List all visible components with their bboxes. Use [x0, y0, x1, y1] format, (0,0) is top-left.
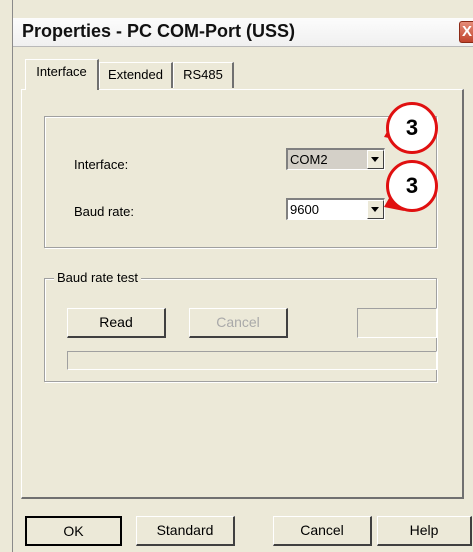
- close-button[interactable]: X: [459, 21, 473, 43]
- tab-rs485[interactable]: RS485: [173, 62, 234, 88]
- interface-value: COM2: [290, 152, 328, 167]
- help-button[interactable]: Help: [377, 516, 472, 546]
- baud-test-progress: [67, 351, 437, 370]
- cancel-button[interactable]: Cancel: [273, 516, 372, 546]
- close-icon: X: [462, 23, 473, 40]
- standard-button[interactable]: Standard: [136, 516, 235, 546]
- background-window: [0, 0, 12, 552]
- dialog-title: Properties - PC COM-Port (USS): [22, 21, 296, 41]
- tab-interface[interactable]: Interface: [25, 59, 99, 90]
- baud-result-field: [357, 308, 437, 338]
- callout-badge-interface: 3: [386, 102, 438, 154]
- read-button[interactable]: Read: [67, 308, 166, 338]
- callout-badge-baud-rate: 3: [386, 160, 438, 212]
- baud-rate-value: 9600: [290, 202, 319, 217]
- ok-button[interactable]: OK: [25, 516, 122, 546]
- baud-test-title: Baud rate test: [54, 270, 141, 285]
- interface-label: Interface:: [74, 157, 129, 172]
- test-cancel-button[interactable]: Cancel: [189, 308, 288, 338]
- baud-rate-label: Baud rate:: [74, 204, 134, 219]
- tab-extended[interactable]: Extended: [99, 62, 173, 88]
